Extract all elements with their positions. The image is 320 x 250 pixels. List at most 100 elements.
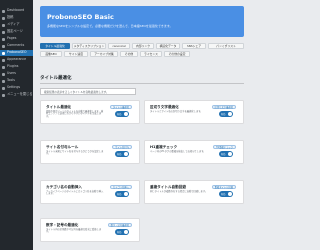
tab-meta-description[interactable]: メタディスクリプション <box>72 43 106 49</box>
toggle-knob <box>124 192 128 196</box>
section-notice: 検索結果の表示を正しくタイトルを自動最適化します。 <box>40 88 136 95</box>
sidebar-item-label: メニューを閉じる <box>7 92 33 97</box>
setting-card-category: カテゴリ名の自動挿入 カテゴリ名挿入 アーカイブページのタイトルにカテゴリ名を自… <box>40 180 140 204</box>
sidebar-item-tools[interactable]: Tools <box>0 78 33 84</box>
sidebar-item-users[interactable]: Users <box>0 71 33 77</box>
setting-card-duplicate-title: 重複タイトル自動回避 重複タイトル回避 同じタイトルが複数存在する場合に自動で回… <box>144 180 244 204</box>
card-description: タイトル内の全角数字や記号を最適な形式に変換します。 <box>46 227 102 234</box>
sidebar-item-fixed-pages[interactable]: 固定ページ <box>0 29 33 35</box>
tab-title-optimization[interactable]: タイトル最適化 <box>40 43 70 49</box>
media-icon <box>2 23 5 27</box>
sidebar-item-label: Plugins <box>7 64 19 69</box>
collapse-icon <box>2 93 5 97</box>
sidebar-item-label: Comments <box>7 43 25 48</box>
settings-tabs: タイトル最適化 メタディスクリプション canonical 内部リンク 構造化デ… <box>40 43 244 63</box>
card-badge: 数字・記号最適化 <box>107 222 132 227</box>
admin-sidebar: Dashboard 投稿 メディア 固定ページ Pages Comments P… <box>0 0 33 250</box>
toggle-label: 有効 <box>117 113 122 116</box>
page-description: 多機能なSEOをシンプルな設定で。必要な機能だけを選んで、日本語SEOを最適化で… <box>47 24 173 28</box>
toggle-knob <box>124 230 128 234</box>
toggle-switch[interactable]: 有効 <box>115 151 129 157</box>
card-badge: 区切り文字最適化 <box>211 104 236 109</box>
toggle-switch[interactable]: 有効 <box>115 229 129 235</box>
tab-other-settings[interactable]: その他の設定 <box>164 51 190 57</box>
sidebar-item-label: Dashboard <box>7 8 25 13</box>
sidebar-item-label: 固定ページ <box>7 29 23 34</box>
card-badge: サイト名付与 <box>112 144 132 149</box>
sidebar-item-label: Pages <box>7 36 17 41</box>
tab-other[interactable]: その他 <box>120 51 138 57</box>
page-title: ProbonoSEO Basic <box>47 13 114 21</box>
sidebar-item-comments[interactable]: Comments <box>0 43 33 49</box>
section-title: タイトル最適化 <box>40 76 72 81</box>
setting-card-title-optimization: タイトル最適化 タイトル最適化 投稿や固定ページのタイトルを自動で最適化します。… <box>40 100 140 124</box>
card-description: 同じタイトルが複数存在する場合に自動で回避します。 <box>150 189 208 193</box>
card-description: アーカイブページのタイトルにカテゴリ名を自動で挿入します。 <box>46 189 104 196</box>
sidebar-collapse-menu[interactable]: メニューを閉じる <box>0 92 33 98</box>
tab-canonical[interactable]: canonical <box>108 43 130 49</box>
toggle-switch[interactable]: 有効 <box>115 111 129 117</box>
sidebar-item-media[interactable]: メディア <box>0 22 33 28</box>
wrench-icon <box>2 79 5 83</box>
pin-icon <box>2 16 5 20</box>
sidebar-item-label: ProbonoSEO <box>7 50 27 55</box>
card-badge: 重複タイトル回避 <box>211 184 236 189</box>
tab-internal-links[interactable]: 内部リンク <box>132 43 154 49</box>
toggle-label: 有効 <box>221 153 226 156</box>
plugin-icon <box>2 65 5 69</box>
sidebar-item-label: Users <box>7 71 16 76</box>
tab-archive[interactable]: アーカイブ対策 <box>90 51 118 57</box>
toggle-switch[interactable]: 有効 <box>219 151 233 157</box>
setting-card-separator: 区切り文字最適化 区切り文字最適化 タイトルとサイト名の区切り文字を最適化します… <box>144 100 244 124</box>
tab-breadcrumb[interactable]: パンくずリスト <box>208 43 244 49</box>
sidebar-item-label: メディア <box>7 22 20 27</box>
setting-card-numbers: 数字・記号の最適化 数字・記号最適化 タイトル内の全角数字や記号を最適な形式に変… <box>40 218 140 242</box>
sidebar-item-appearance[interactable]: Appearance <box>0 57 33 63</box>
toggle-label: 有効 <box>117 231 122 234</box>
sidebar-item-settings[interactable]: Settings <box>0 85 33 91</box>
card-description: 投稿や固定ページのタイトルを自動で最適化します。検索エンジンと読者にわかりやすい… <box>46 109 104 119</box>
section-divider <box>40 83 244 84</box>
toggle-label: 有効 <box>221 113 226 116</box>
sidebar-item-label: Appearance <box>7 57 27 62</box>
tab-structured-data[interactable]: 構造化データ <box>156 43 180 49</box>
sidebar-item-label: Tools <box>7 78 15 83</box>
tab-sns[interactable]: SNSシェア <box>182 43 206 49</box>
toggle-label: 有効 <box>221 193 226 196</box>
setting-card-site-name: サイト名付与ルール サイト名付与 タイトル末尾にサイト名を付与するかどうかを設定… <box>40 140 140 164</box>
dashboard-icon <box>2 9 5 13</box>
page-icon <box>2 30 5 34</box>
toggle-knob <box>228 192 232 196</box>
sidebar-item-pages[interactable]: Pages <box>0 36 33 42</box>
brush-icon <box>2 58 5 62</box>
toggle-label: 有効 <box>117 153 122 156</box>
sidebar-item-posts[interactable]: 投稿 <box>0 15 33 21</box>
toggle-switch[interactable]: 有効 <box>115 191 129 197</box>
comment-icon <box>2 44 5 48</box>
toggle-knob <box>124 152 128 156</box>
tab-site-speed[interactable]: サイト速度 <box>64 51 88 57</box>
tab-image-seo[interactable]: 画像SEO <box>40 51 62 57</box>
plugin-header: ProbonoSEO Basic 多機能なSEOをシンプルな設定で。必要な機能だ… <box>40 6 244 37</box>
card-description: ページ内のH1タグの重複を検出してお知らせします。 <box>150 149 206 153</box>
seo-icon <box>2 51 5 55</box>
toggle-knob <box>228 152 232 156</box>
card-description: タイトル末尾にサイト名を付与するかどうかを設定します。 <box>46 149 104 156</box>
card-badge: カテゴリ名挿入 <box>109 184 132 189</box>
toggle-knob <box>228 112 232 116</box>
sidebar-item-plugins[interactable]: Plugins <box>0 64 33 70</box>
settings-icon <box>2 86 5 90</box>
setting-card-h1-check: H1重複チェック H1重複チェック ページ内のH1タグの重複を検出してお知らせし… <box>144 140 244 164</box>
user-icon <box>2 72 5 76</box>
toggle-label: 有効 <box>117 193 122 196</box>
toggle-knob <box>124 112 128 116</box>
toggle-switch[interactable]: 有効 <box>219 111 233 117</box>
sidebar-item-label: Settings <box>7 85 21 90</box>
sidebar-item-dashboard[interactable]: Dashboard <box>0 8 33 14</box>
card-description: タイトルとサイト名の区切り文字を最適化します。 <box>150 109 203 113</box>
tab-license[interactable]: ライセンス <box>140 51 162 57</box>
sidebar-item-label: 投稿 <box>7 15 14 20</box>
sidebar-item-probonoseo[interactable]: ProbonoSEO <box>0 50 33 56</box>
card-badge: H1重複チェック <box>213 144 236 149</box>
toggle-switch[interactable]: 有効 <box>219 191 233 197</box>
